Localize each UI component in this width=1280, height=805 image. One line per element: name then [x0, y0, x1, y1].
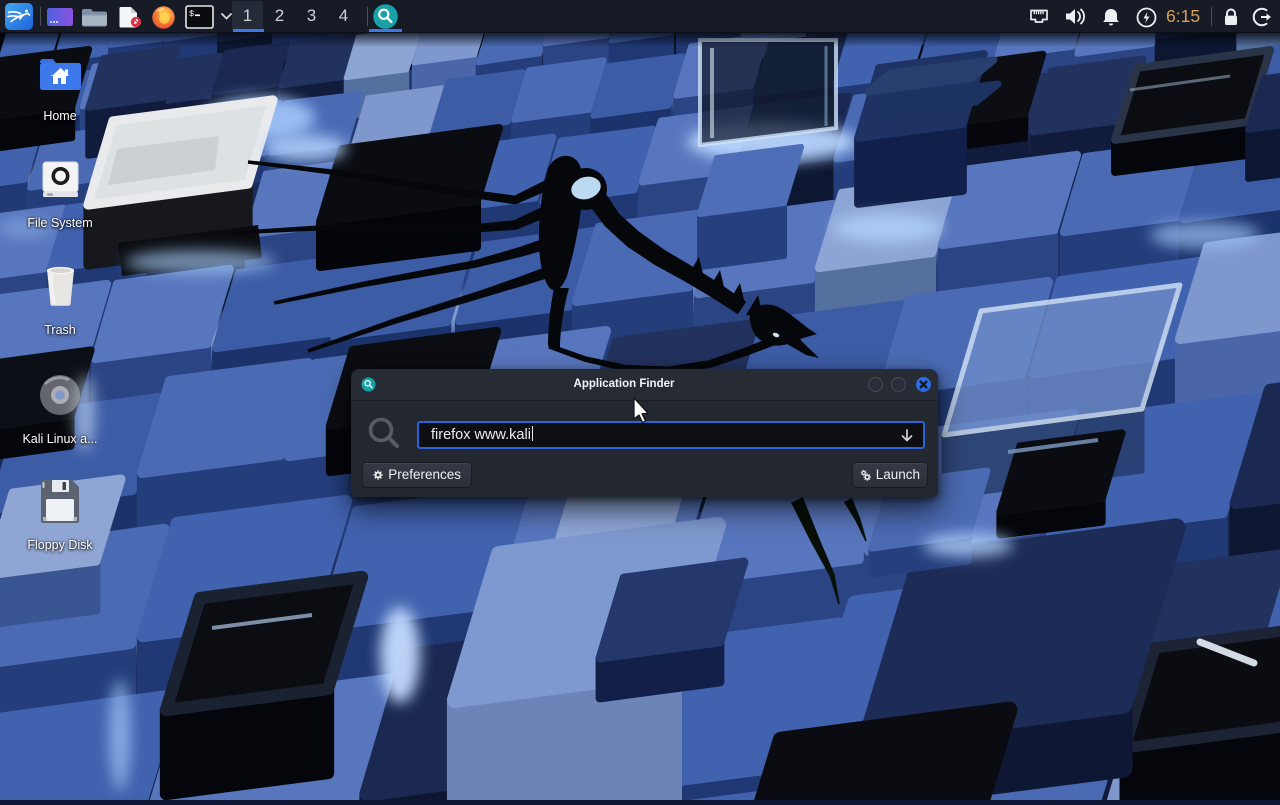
svg-text:$: $	[189, 9, 194, 19]
